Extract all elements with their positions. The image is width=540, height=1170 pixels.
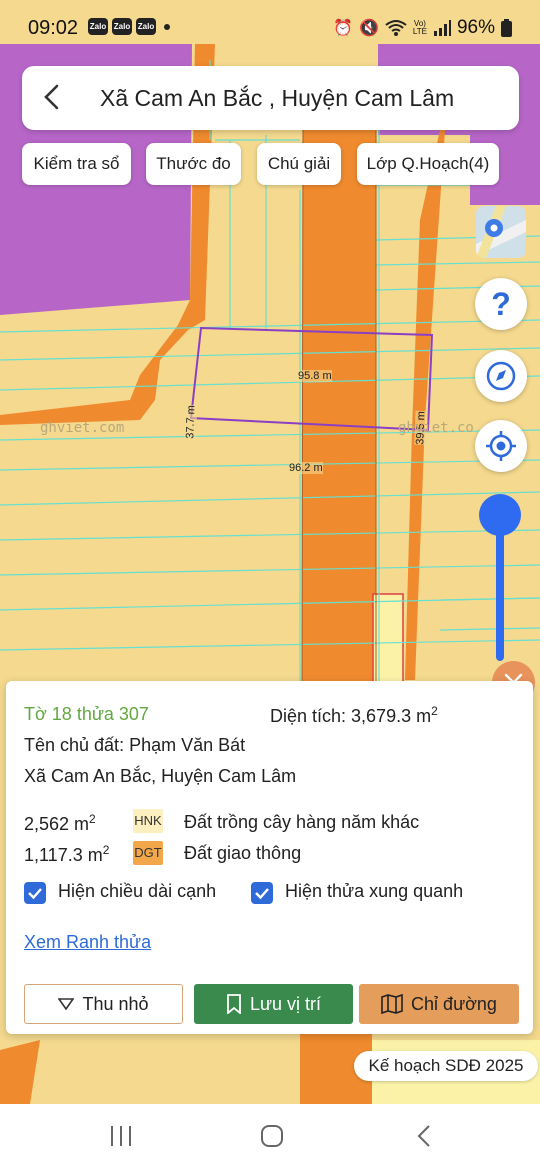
parcel-address: Xã Cam An Bắc, Huyện Cam Lâm xyxy=(24,766,297,786)
land-use-desc: Đất trồng cây hàng năm khác xyxy=(184,812,420,832)
land-use-area: 1,117.3 m2 xyxy=(24,843,110,865)
show-neighbor-parcels-checkbox[interactable] xyxy=(251,882,273,904)
locate-button[interactable] xyxy=(475,420,527,472)
shrink-button-label: Thu nhỏ xyxy=(82,993,149,1014)
check-certificate-chip[interactable]: Kiểm tra sổ xyxy=(22,143,131,185)
watermark-right: ghviet.co xyxy=(398,420,474,436)
measure-chip[interactable]: Thước đo xyxy=(146,143,241,185)
recent-apps-icon[interactable] xyxy=(108,1124,134,1148)
locate-icon xyxy=(486,431,516,461)
land-use-desc: Đất giao thông xyxy=(184,843,302,863)
land-use-area: 2,562 m2 xyxy=(24,812,96,834)
show-edge-length-label[interactable]: Hiện chiều dài cạnh xyxy=(58,881,216,902)
land-use-code-badge: DGT xyxy=(133,841,163,865)
edge-length-left: 37.7 m xyxy=(184,404,198,440)
parcel-title: Tờ 18 thửa 307 xyxy=(24,704,149,724)
directions-label: Chỉ đường xyxy=(411,993,497,1014)
location-header[interactable]: Xã Cam An Bắc , Huyện Cam Lâm xyxy=(22,66,519,130)
zoom-slider-handle[interactable] xyxy=(479,494,521,536)
show-neighbor-parcels-label[interactable]: Hiện thửa xung quanh xyxy=(285,881,463,902)
volte-icon: Vo) LTE xyxy=(412,19,427,36)
edge-length-top: 95.8 m xyxy=(298,370,332,382)
home-icon[interactable] xyxy=(259,1124,285,1148)
help-button[interactable]: ? xyxy=(475,278,527,330)
directions-button[interactable]: Chỉ đường xyxy=(359,984,519,1024)
parcel-area: Diện tích: 3,679.3 m2 xyxy=(270,704,438,726)
compass-button[interactable] xyxy=(475,350,527,402)
planning-layer-chip[interactable]: Lớp Q.Hoạch(4) xyxy=(357,143,499,185)
land-use-plan-label[interactable]: Kế hoạch SDĐ 2025 xyxy=(354,1051,538,1081)
system-nav-bar xyxy=(0,1104,540,1170)
show-edge-length-checkbox[interactable] xyxy=(24,882,46,904)
battery-percent: 96% xyxy=(456,17,495,38)
battery-icon xyxy=(501,19,512,37)
save-location-button[interactable]: Lưu vị trí xyxy=(194,984,353,1024)
zalo-notification-icon: Zalo xyxy=(88,18,108,35)
zoom-slider-track[interactable] xyxy=(496,515,504,661)
status-bar: 09:02 Zalo Zalo Zalo ⏰ 🔇 Vo) LTE 96% xyxy=(0,0,540,56)
alarm-icon: ⏰ xyxy=(333,20,353,37)
land-use-code-badge: HNK xyxy=(133,809,163,833)
edge-length-bottom: 96.2 m xyxy=(289,462,323,474)
zalo-notification-icon: Zalo xyxy=(136,18,156,35)
map-layer-icon[interactable] xyxy=(476,206,526,258)
legend-chip[interactable]: Chú giải xyxy=(257,143,341,185)
location-title: Xã Cam An Bắc , Huyện Cam Lâm xyxy=(100,85,455,111)
save-location-label: Lưu vị trí xyxy=(249,993,322,1014)
view-parcel-boundary-link[interactable]: Xem Ranh thửa xyxy=(24,932,151,953)
checkmark-icon xyxy=(28,888,42,900)
signal-icon xyxy=(433,20,451,36)
bookmark-icon xyxy=(227,994,241,1014)
compass-icon xyxy=(486,361,516,391)
mute-icon: 🔇 xyxy=(358,20,379,37)
owner-name: Tên chủ đất: Phạm Văn Bát xyxy=(24,735,246,755)
watermark: ghviet.com xyxy=(40,420,125,436)
parcel-info-panel: Tờ 18 thửa 307 Diện tích: 3,679.3 m2 Tên… xyxy=(6,681,533,1034)
map-icon xyxy=(381,994,403,1014)
help-icon: ? xyxy=(491,286,511,322)
more-notifications-icon xyxy=(164,24,170,30)
system-back-icon[interactable] xyxy=(412,1124,438,1148)
status-time: 09:02 xyxy=(28,17,79,39)
wifi-icon xyxy=(385,20,407,36)
checkmark-icon xyxy=(255,888,269,900)
zalo-notification-icon: Zalo xyxy=(112,18,132,35)
shrink-button[interactable]: Thu nhỏ xyxy=(24,984,183,1024)
back-arrow-icon[interactable] xyxy=(36,80,70,114)
triangle-down-icon xyxy=(58,998,75,1010)
